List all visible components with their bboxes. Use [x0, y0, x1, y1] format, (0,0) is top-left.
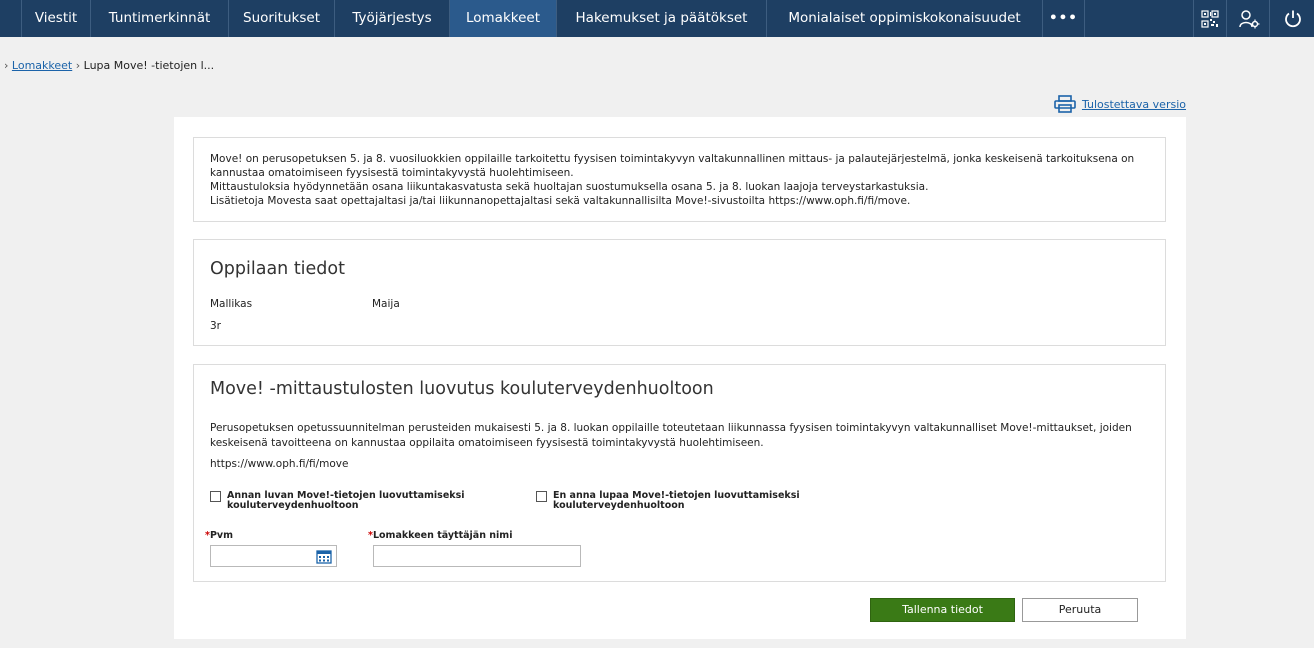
student-info-panel: Oppilaan tiedot Mallikas Maija 3r [193, 239, 1166, 346]
date-input[interactable] [210, 545, 337, 567]
tab-tyojarjestys[interactable]: Työjärjestys [335, 0, 450, 37]
breadcrumb-separator: › [4, 59, 9, 72]
intro-panel: Move! on perusopetuksen 5. ja 8. vuosilu… [193, 137, 1166, 222]
tab-more[interactable]: ••• [1043, 0, 1085, 37]
qr-code-icon[interactable] [1193, 0, 1227, 37]
user-settings-icon[interactable] [1228, 0, 1270, 37]
tab-suoritukset[interactable]: Suoritukset [229, 0, 335, 37]
print-version-link[interactable]: Tulostettava versio [1054, 95, 1186, 113]
intro-line: Move! on perusopetuksen 5. ja 8. vuosilu… [210, 153, 1135, 179]
cancel-button[interactable]: Peruuta [1022, 598, 1138, 622]
allow-consent-checkbox[interactable]: Annan luvan Move!-tietojen luovuttamisek… [210, 491, 465, 511]
student-first-name: Maija [372, 298, 400, 310]
breadcrumb: › Lomakkeet › Lupa Move! -tietojen l... [4, 59, 214, 72]
print-version-label: Tulostettava versio [1081, 97, 1186, 111]
power-icon[interactable] [1272, 0, 1314, 37]
consent-title: Move! -mittaustulosten luovutus kouluter… [210, 379, 714, 399]
consent-panel: Move! -mittaustulosten luovutus kouluter… [193, 364, 1166, 582]
allow-consent-label: Annan luvan Move!-tietojen luovuttamisek… [227, 490, 465, 511]
form-card: Move! on perusopetuksen 5. ja 8. vuosilu… [174, 117, 1186, 639]
consent-url: https://www.oph.fi/fi/move [210, 458, 349, 470]
student-last-name: Mallikas [210, 298, 253, 310]
consent-description: Perusopetuksen opetussuunnitelman perust… [210, 422, 1132, 449]
tab-hakemukset-ja-paatokset[interactable]: Hakemukset ja päätökset [557, 0, 767, 37]
top-navigation: Viestit Tuntimerkinnät Suoritukset Työjä… [0, 0, 1314, 37]
breadcrumb-link-lomakkeet[interactable]: Lomakkeet [12, 59, 72, 72]
breadcrumb-current: Lupa Move! -tietojen l... [83, 59, 215, 72]
intro-line: Mittaustuloksia hyödynnetään osana liiku… [210, 181, 929, 193]
breadcrumb-separator: › [75, 59, 81, 72]
tab-lomakkeet[interactable]: Lomakkeet [450, 0, 557, 37]
deny-consent-checkbox[interactable]: En anna lupaa Move!-tietojen luovuttamis… [536, 491, 800, 511]
tab-viestit[interactable]: Viestit [21, 0, 91, 37]
intro-line: Lisätietoja Movesta saat opettajaltasi j… [210, 195, 911, 207]
student-info-title: Oppilaan tiedot [210, 259, 345, 279]
calendar-icon[interactable] [316, 549, 332, 564]
save-button[interactable]: Tallenna tiedot [870, 598, 1015, 622]
tab-tuntimerkinnat[interactable]: Tuntimerkinnät [91, 0, 229, 37]
deny-consent-label: En anna lupaa Move!-tietojen luovuttamis… [553, 490, 800, 511]
checkbox-box[interactable] [210, 491, 221, 502]
filler-name-input[interactable] [373, 545, 581, 567]
tab-monialaiset-oppimiskokonaisuudet[interactable]: Monialaiset oppimiskokonaisuudet [767, 0, 1043, 37]
date-field-label: *Pvm [205, 530, 234, 541]
printer-icon [1054, 95, 1076, 113]
filler-name-field-label: *Lomakkeen täyttäjän nimi [368, 530, 513, 541]
checkbox-box[interactable] [536, 491, 547, 502]
student-class: 3r [210, 320, 221, 332]
